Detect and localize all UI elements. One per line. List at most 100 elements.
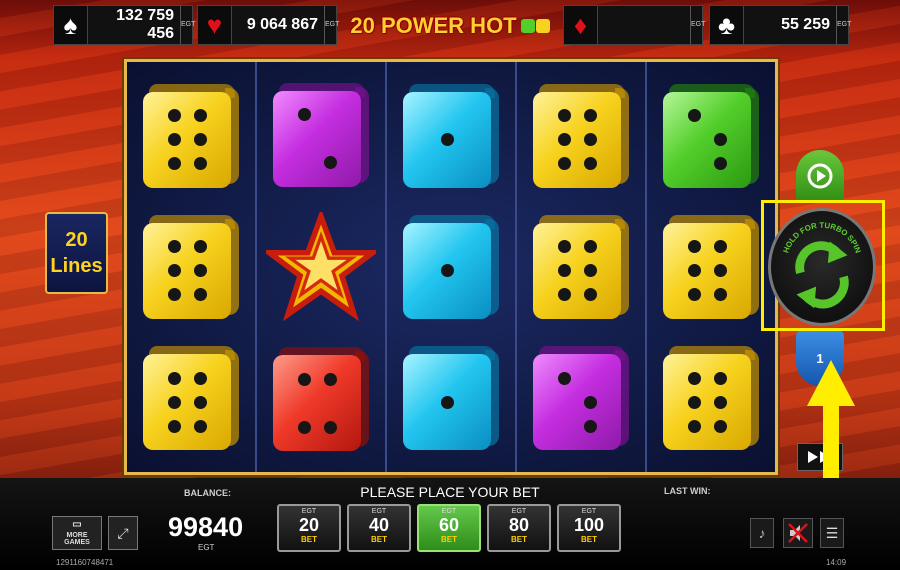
die-pip	[557, 109, 571, 123]
jackpot-spade: ♠ 132 759 456 EGT	[53, 5, 195, 45]
autoplay-icon	[807, 163, 833, 189]
die-pip	[713, 395, 727, 409]
reel-column	[387, 62, 517, 472]
die-pip	[297, 420, 311, 434]
die-pip	[713, 133, 727, 147]
cyan-die-symbol	[403, 83, 499, 188]
bet-button-40[interactable]: EGT 40 BET	[347, 504, 411, 552]
music-button[interactable]: ♪	[750, 518, 774, 548]
sound-button[interactable]	[783, 518, 813, 548]
jackpot-tag: EGT	[324, 6, 339, 44]
bet-tag: EGT	[371, 508, 387, 515]
bet-button-100[interactable]: EGT 100 BET	[557, 504, 621, 552]
die-pip	[713, 264, 727, 278]
die-pip	[583, 395, 597, 409]
bet-label: BET	[511, 535, 527, 544]
club-icon: ♣	[710, 6, 744, 44]
cyan-die-symbol	[403, 346, 499, 451]
bet-value: 60	[438, 515, 460, 535]
bet-label: BET	[301, 535, 317, 544]
cyan-die-symbol	[403, 214, 499, 319]
jackpot-amount: 9 064 867	[246, 16, 318, 33]
die-pip	[557, 371, 571, 385]
bet-selector: EGT 20 BET EGT 40 BET EGT 60 BET EGT 80 BET EGT 100 BE…	[277, 504, 621, 552]
die-pip	[687, 240, 701, 254]
more-games-button[interactable]: ▭ MORE GAMES	[52, 516, 102, 550]
jackpot-club: ♣ 55 259 EGT	[709, 5, 851, 45]
die-pip	[440, 133, 454, 147]
yellow-die-symbol	[533, 214, 629, 319]
mute-icon	[788, 523, 808, 543]
reels-area	[124, 59, 778, 475]
die-pip	[713, 371, 727, 385]
balance-label: BALANCE:	[184, 488, 231, 498]
die-pip	[583, 419, 597, 433]
die-pip	[167, 288, 181, 302]
die-pip	[167, 395, 181, 409]
die-pip	[687, 288, 701, 302]
red-die-symbol	[273, 347, 369, 452]
die-pip	[583, 109, 597, 123]
die-pip	[193, 133, 207, 147]
more-games-label: MORE GAMES	[64, 532, 90, 546]
bet-tag: EGT	[511, 508, 527, 515]
ticket-id: 1291160748471	[56, 558, 114, 567]
bet-value: 100	[573, 515, 605, 535]
menu-button[interactable]: ☰	[820, 518, 844, 548]
die-pip	[583, 288, 597, 302]
bet-button-20[interactable]: EGT 20 BET	[277, 504, 341, 552]
die-pip	[193, 288, 207, 302]
balance-currency: EGT	[198, 543, 215, 552]
die-pip	[167, 157, 181, 171]
logo-text: 20 POWER HOT	[350, 13, 517, 38]
die-pip	[323, 372, 337, 386]
die-pip	[193, 264, 207, 278]
die-pip	[167, 264, 181, 278]
balance-value: 99840	[168, 512, 244, 542]
more-games-icon: ▭	[72, 519, 82, 530]
die-pip	[557, 133, 571, 147]
yellow-die-symbol	[143, 346, 239, 451]
bet-value: 80	[508, 515, 530, 535]
star-icon	[266, 211, 376, 322]
die-pip	[583, 157, 597, 171]
die-pip	[557, 264, 571, 278]
die-pip	[167, 240, 181, 254]
bet-button-80[interactable]: EGT 80 BET	[487, 504, 551, 552]
bet-button-60[interactable]: EGT 60 BET	[417, 504, 481, 552]
die-pip	[440, 395, 454, 409]
die-pip	[167, 419, 181, 433]
die-pip	[193, 419, 207, 433]
die-pip	[687, 371, 701, 385]
jackpot-tag: EGT	[690, 6, 705, 44]
bet-tag: EGT	[581, 508, 597, 515]
bottom-panel: BALANCE: 99840 EGT PLEASE PLACE YOUR BET…	[0, 478, 900, 570]
die-pip	[323, 420, 337, 434]
bet-label: BET	[371, 535, 387, 544]
star-symbol	[266, 211, 376, 322]
jackpot-amount: 132 759 456	[116, 7, 174, 42]
die-pip	[193, 157, 207, 171]
purple-die-symbol	[533, 346, 629, 451]
menu-icon: ☰	[825, 524, 839, 541]
bet-label: BET	[441, 535, 457, 544]
fullscreen-button[interactable]: ⤢	[108, 516, 138, 550]
die-pip	[297, 372, 311, 386]
spin-highlight-box	[761, 200, 885, 331]
jackpot-diamond: ♦ EGT	[563, 5, 705, 45]
autoplay-button[interactable]	[796, 150, 844, 202]
die-pip	[193, 371, 207, 385]
dice-logo-icon	[520, 19, 550, 33]
reel-column	[257, 62, 387, 472]
die-pip	[687, 264, 701, 278]
yellow-die-symbol	[663, 346, 759, 451]
die-pip	[583, 133, 597, 147]
status-message: PLEASE PLACE YOUR BET	[360, 484, 540, 500]
die-pip	[713, 419, 727, 433]
yellow-die-symbol	[143, 214, 239, 319]
die-pip	[323, 156, 337, 170]
bet-tag: EGT	[301, 508, 317, 515]
lines-count: 20	[65, 229, 88, 251]
reel-column	[517, 62, 647, 472]
die-pip	[167, 109, 181, 123]
